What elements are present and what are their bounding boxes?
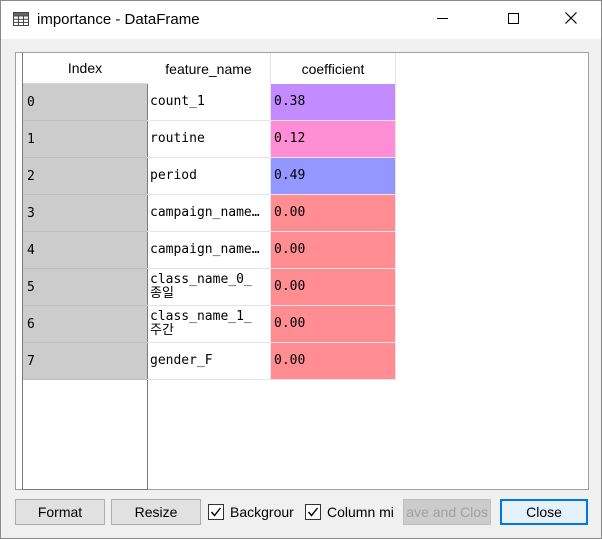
index-cell[interactable]: 6 xyxy=(23,306,147,343)
index-cell[interactable]: 1 xyxy=(23,121,147,158)
feature-name-cell[interactable]: routine xyxy=(147,121,271,158)
feature-name-cell[interactable]: campaign_name… xyxy=(147,232,271,269)
coefficient-cell[interactable]: 0.00 xyxy=(271,343,396,380)
close-button[interactable]: Close xyxy=(500,499,588,525)
index-cell[interactable]: 4 xyxy=(23,232,147,269)
checkbox-check-icon xyxy=(305,504,321,520)
index-cell[interactable]: 5 xyxy=(23,269,147,306)
feature-name-cell[interactable]: count_1 xyxy=(147,84,271,121)
feature-name-cell[interactable]: class_name_0_ 종일 xyxy=(147,269,271,306)
close-window-button[interactable] xyxy=(548,1,594,39)
minimize-button[interactable] xyxy=(419,1,465,39)
feature-name-cell[interactable]: campaign_name… xyxy=(147,195,271,232)
checkbox-check-icon xyxy=(208,504,224,520)
coefficient-cell[interactable]: 0.12 xyxy=(271,121,396,158)
column-header-coefficient[interactable]: coefficient xyxy=(271,53,396,84)
index-cell[interactable]: 2 xyxy=(23,158,147,195)
minimize-icon xyxy=(436,11,448,29)
format-button[interactable]: Format xyxy=(15,499,105,525)
coefficient-cell[interactable]: 0.00 xyxy=(271,269,396,306)
column-min-max-checkbox[interactable]: Column mi xyxy=(305,502,397,522)
column-min-max-label: Column mi xyxy=(327,504,394,520)
feature-name-cell[interactable]: gender_F xyxy=(147,343,271,380)
column-header-feature-name[interactable]: feature_name xyxy=(147,53,271,84)
index-cell[interactable]: 3 xyxy=(23,195,147,232)
dataframe-editor: Index 0 1 2 3 4 5 6 7 feature_name coeff… xyxy=(15,52,589,490)
coefficient-cell[interactable]: 0.00 xyxy=(271,195,396,232)
coefficient-cell[interactable]: 0.00 xyxy=(271,232,396,269)
title-bar: importance - DataFrame xyxy=(1,1,601,39)
feature-name-cell[interactable]: period xyxy=(147,158,271,195)
save-and-close-button[interactable]: ave and Clos xyxy=(403,499,491,525)
window-title: importance - DataFrame xyxy=(37,11,200,28)
coefficient-cell[interactable]: 0.00 xyxy=(271,306,396,343)
coefficient-cell[interactable]: 0.38 xyxy=(271,84,396,121)
coefficient-cell[interactable]: 0.49 xyxy=(271,158,396,195)
background-color-label: Backgrour xyxy=(230,504,294,520)
index-cell[interactable]: 0 xyxy=(23,84,147,121)
index-column: Index 0 1 2 3 4 5 6 7 xyxy=(22,53,148,490)
resize-button[interactable]: Resize xyxy=(111,499,201,525)
table-icon xyxy=(13,12,29,26)
feature-name-cell[interactable]: class_name_1_ 주간 xyxy=(147,306,271,343)
index-cell[interactable]: 7 xyxy=(23,343,147,380)
close-icon xyxy=(565,11,577,29)
maximize-icon xyxy=(507,11,519,29)
index-header[interactable]: Index xyxy=(23,53,147,84)
background-color-checkbox[interactable]: Backgrour xyxy=(208,502,298,522)
maximize-button[interactable] xyxy=(490,1,536,39)
dataframe-window: importance - DataFrame Index 0 1 2 3 4 5 xyxy=(0,0,602,539)
